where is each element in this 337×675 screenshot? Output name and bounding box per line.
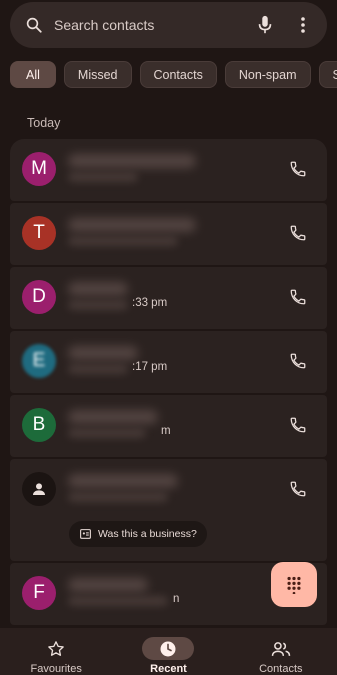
filter-chip-all[interactable]: All [10, 61, 56, 88]
avatar: T [22, 216, 56, 250]
phone-icon[interactable] [287, 158, 309, 180]
dialpad-icon [287, 576, 301, 594]
filter-chip-non-spam[interactable]: Non-spam [224, 61, 311, 88]
phone-icon[interactable] [287, 286, 309, 308]
blurred-call-details [68, 596, 168, 606]
avatar: F [22, 576, 56, 610]
star-icon [30, 637, 82, 660]
blurred-call-details [68, 172, 138, 182]
blurred-contact-name [68, 410, 158, 424]
recent-calls-list: M T D :33 pm E :17 pm B m Was this a bus… [10, 139, 327, 627]
avatar: B [22, 408, 56, 442]
business-card-icon [80, 528, 91, 539]
more-options-icon[interactable] [293, 15, 313, 35]
nav-recent[interactable]: Recent [112, 628, 224, 675]
call-log-row[interactable]: B m [10, 395, 327, 457]
phone-icon[interactable] [287, 222, 309, 244]
phone-icon[interactable] [287, 350, 309, 372]
microphone-icon[interactable] [255, 15, 275, 35]
phone-icon[interactable] [287, 478, 309, 500]
avatar: E [22, 344, 56, 378]
blurred-contact-name [68, 218, 196, 232]
call-time: :33 pm [132, 297, 168, 309]
person-icon [33, 483, 45, 495]
phone-icon[interactable] [287, 414, 309, 436]
search-input[interactable]: Search contacts [54, 17, 255, 33]
blurred-call-details [68, 492, 168, 502]
nav-favourites[interactable]: Favourites [0, 628, 112, 675]
nav-favourites-label: Favourites [30, 663, 82, 675]
filter-chips: All Missed Contacts Non-spam S [10, 61, 337, 88]
call-log-row[interactable]: T [10, 203, 327, 265]
dialpad-button[interactable] [271, 562, 317, 607]
business-prompt-label: Was this a business? [98, 528, 197, 540]
people-icon [255, 637, 307, 660]
bottom-navigation: Favourites Recent Contacts [0, 628, 337, 675]
blurred-contact-name [68, 346, 138, 360]
clock-icon [142, 637, 195, 660]
search-bar[interactable]: Search contacts [10, 2, 327, 48]
blurred-call-details [68, 428, 146, 438]
call-log-row[interactable]: E :17 pm [10, 331, 327, 393]
blurred-contact-name [68, 282, 128, 296]
filter-chip-more[interactable]: S [318, 61, 337, 88]
call-time: n [173, 593, 180, 605]
call-log-row[interactable]: D :33 pm [10, 267, 327, 329]
search-icon [24, 15, 44, 35]
call-time: m [161, 425, 171, 437]
nav-contacts-label: Contacts [259, 663, 303, 675]
section-header-today: Today [27, 116, 61, 130]
blurred-call-details [68, 364, 128, 374]
call-log-row[interactable]: M [10, 139, 327, 201]
blurred-call-details [68, 300, 128, 310]
avatar: M [22, 152, 56, 186]
business-prompt-chip[interactable]: Was this a business? [69, 521, 207, 547]
call-log-row[interactable]: Was this a business? [10, 459, 327, 561]
blurred-call-details [68, 236, 178, 246]
nav-recent-label: Recent [150, 663, 187, 675]
blurred-contact-name [68, 154, 196, 168]
filter-chip-contacts[interactable]: Contacts [139, 61, 217, 88]
avatar [22, 472, 56, 506]
call-time: :17 pm [132, 361, 168, 373]
blurred-contact-name [68, 578, 148, 592]
nav-contacts[interactable]: Contacts [225, 628, 337, 675]
blurred-contact-name [68, 474, 178, 488]
filter-chip-missed[interactable]: Missed [63, 61, 132, 88]
avatar: D [22, 280, 56, 314]
